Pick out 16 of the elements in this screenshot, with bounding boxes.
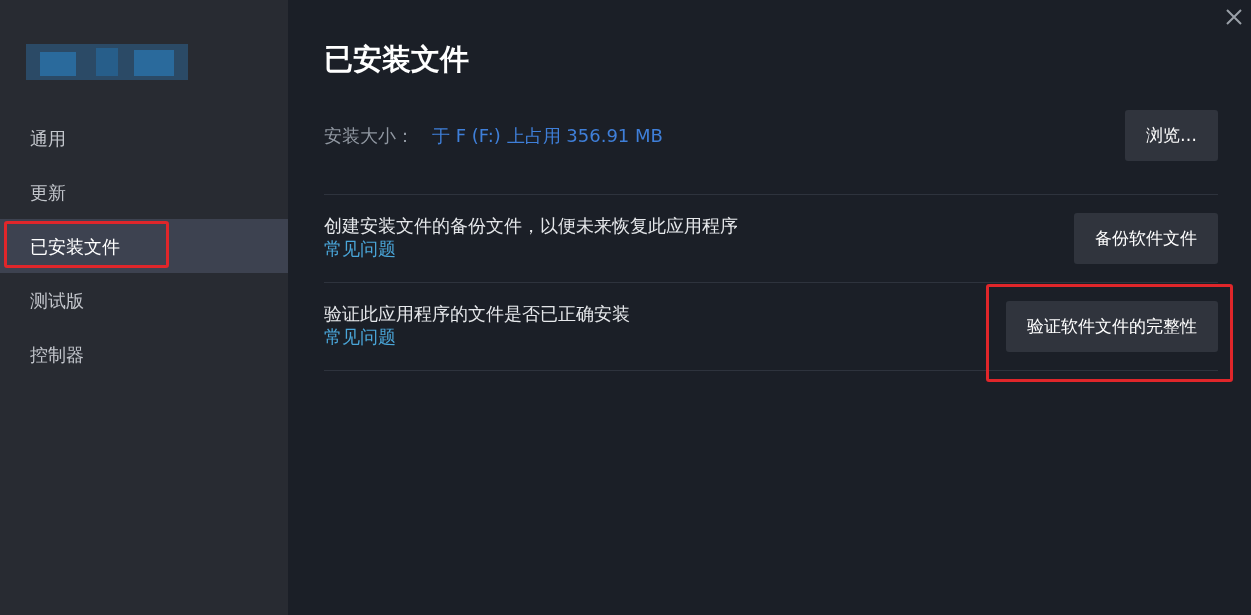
faq-link[interactable]: 常见问题 bbox=[324, 238, 396, 260]
install-size-label: 安装大小： bbox=[324, 124, 414, 146]
browse-button[interactable]: 浏览… bbox=[1125, 109, 1218, 161]
page-title: 已安装文件 bbox=[324, 42, 470, 77]
faq-link[interactable]: 常见问题 bbox=[324, 326, 396, 348]
sidebar-item[interactable]: 测试版 bbox=[0, 273, 288, 327]
action-button[interactable]: 验证软件文件的完整性 bbox=[1006, 300, 1218, 352]
close-button[interactable] bbox=[1225, 8, 1243, 26]
action-description: 创建安装文件的备份文件，以便未来恢复此应用程序 bbox=[324, 214, 738, 238]
sidebar-item[interactable]: 通用 bbox=[0, 111, 288, 165]
sidebar-item[interactable]: 更新 bbox=[0, 165, 288, 219]
sidebar-item[interactable]: 已安装文件 bbox=[0, 219, 288, 273]
sidebar-item[interactable]: 控制器 bbox=[0, 327, 288, 381]
action-button[interactable]: 备份软件文件 bbox=[1074, 212, 1218, 264]
install-size-value: 于 F (F:) 上占用 356.91 MB bbox=[432, 124, 663, 146]
action-description: 验证此应用程序的文件是否已正确安装 bbox=[324, 302, 630, 326]
